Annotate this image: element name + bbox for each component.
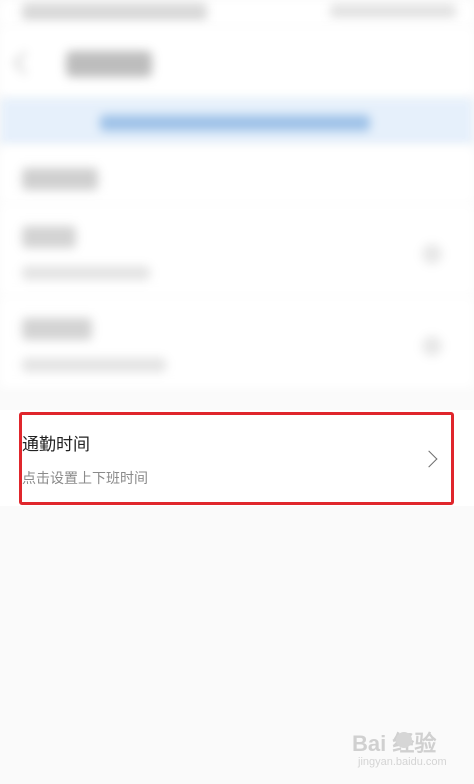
setting-item-home-subtitle [22,266,150,280]
status-bar [0,0,474,26]
watermark-logo: Bai 经验 [352,731,437,756]
status-bar-info [22,3,207,21]
setting-item-home[interactable] [0,204,474,296]
watermark: Bai 经验 jingyan.baidu.com [352,726,460,774]
watermark-url: jingyan.baidu.com [358,756,447,768]
page-title [66,51,152,77]
chevron-right-icon [422,244,442,264]
chevron-right-icon [420,450,438,468]
back-arrow-icon[interactable] [13,51,37,75]
info-banner[interactable] [0,98,474,146]
paw-icon [396,732,412,748]
status-bar-indicators [330,4,456,18]
setting-item-work-subtitle [22,358,166,372]
setting-item-commute-time[interactable]: 通勤时间 点击设置上下班时间 [0,410,474,506]
section-header [0,146,474,204]
commute-time-subtitle: 点击设置上下班时间 [22,471,148,487]
setting-item-work-title [22,318,92,340]
commute-time-title: 通勤时间 [22,435,90,455]
navigation-bar [0,26,474,98]
chevron-right-icon [422,336,442,356]
setting-item-home-title [22,226,76,248]
section-header-label [22,168,98,190]
setting-item-work[interactable] [0,296,474,388]
banner-text [100,115,370,131]
